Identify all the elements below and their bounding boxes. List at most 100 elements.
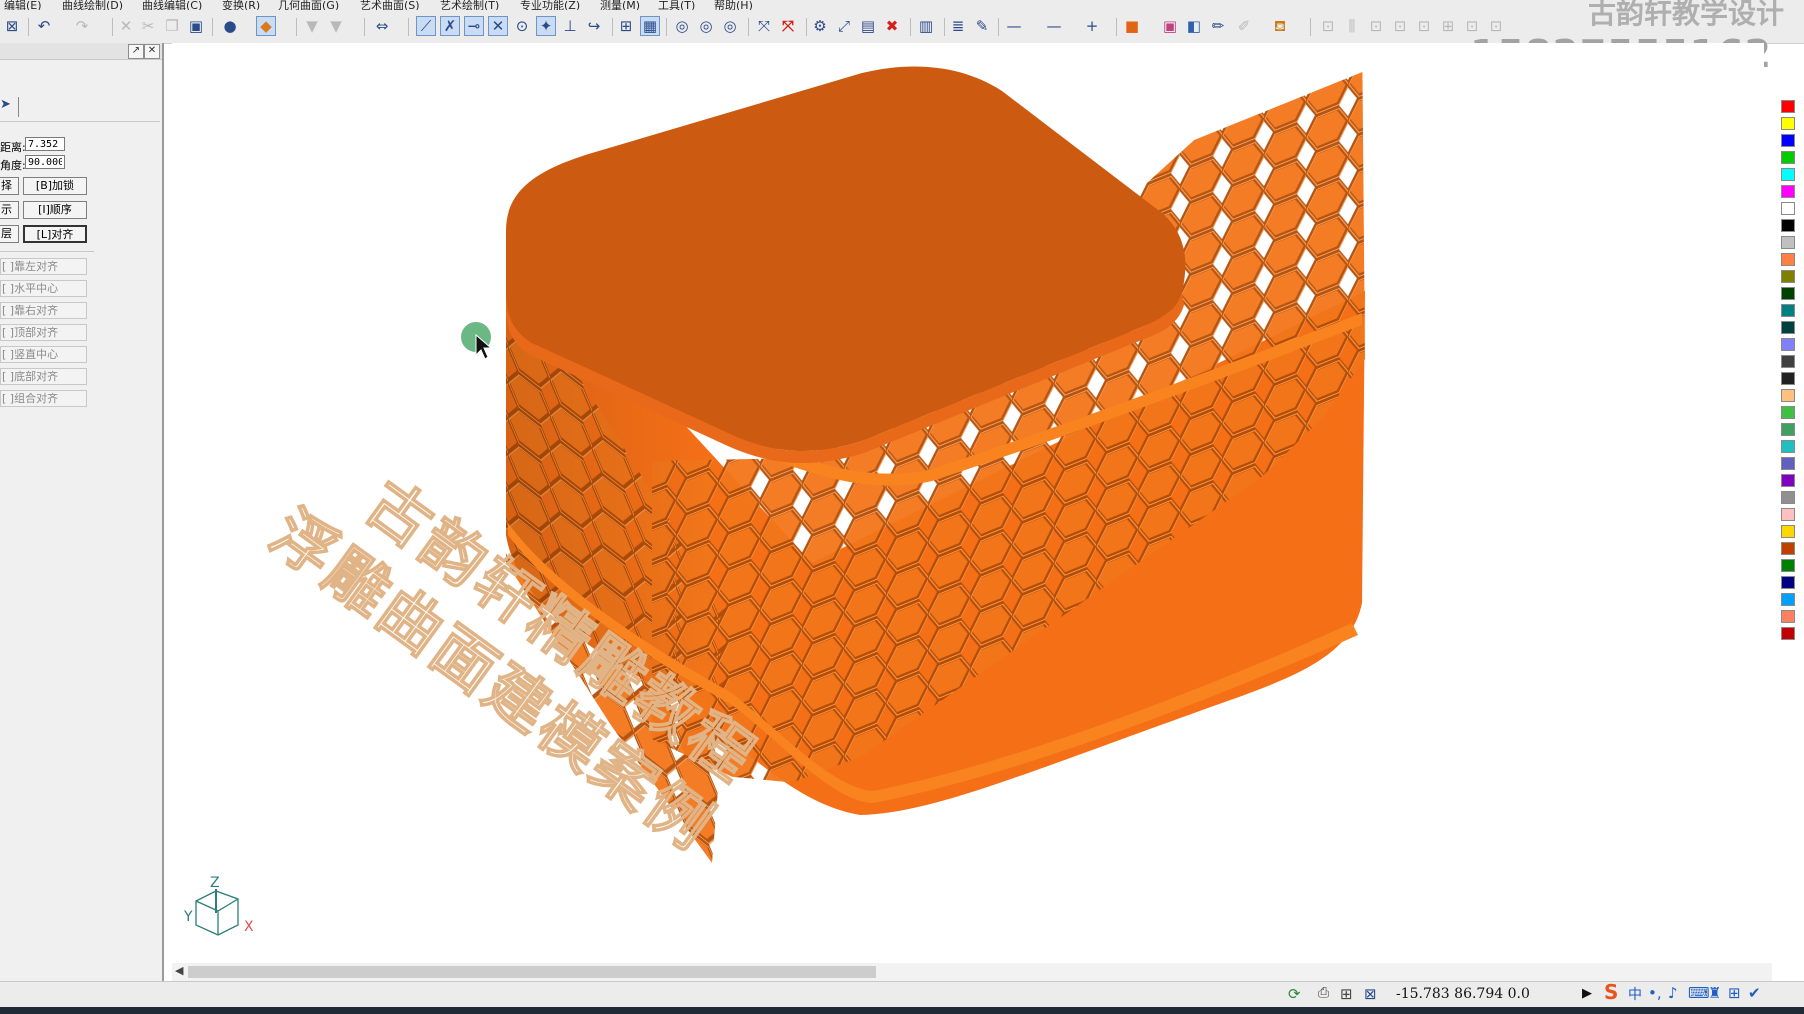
transform-icon-2[interactable]: ⤢ — [834, 16, 854, 36]
color-swatch-28[interactable] — [1781, 576, 1795, 589]
copy-icon[interactable]: ❐ — [162, 16, 182, 36]
zoom-window-icon[interactable]: ⊠ — [1364, 985, 1377, 1003]
snap-quadrant-icon[interactable]: ✦ — [536, 16, 556, 36]
zoom-all-icon[interactable]: ⊠ — [2, 16, 22, 36]
menu-tools[interactable]: 工具(T) — [658, 0, 695, 10]
gradient-icon[interactable]: ▣ — [1160, 16, 1180, 36]
menu-curve-edit[interactable]: 曲线编辑(C) — [142, 0, 202, 10]
grid-toggle-icon[interactable]: ⊞ — [1340, 985, 1353, 1003]
layer-icon-1[interactable]: ◎ — [672, 16, 692, 36]
show-button[interactable]: 示 — [0, 201, 19, 219]
crosshair-icon[interactable]: + — [1082, 16, 1102, 36]
close-x-icon[interactable]: ✖ — [882, 16, 902, 36]
color-swatch-15[interactable] — [1781, 355, 1795, 368]
align-top-button[interactable]: [ ]顶部对齐 — [0, 324, 87, 341]
distance-input[interactable] — [25, 137, 65, 151]
menu-special[interactable]: 专业功能(Z) — [520, 0, 580, 10]
menu-curve-draw[interactable]: 曲线绘制(D) — [62, 0, 123, 10]
align-icon-5[interactable]: ⊡ — [1414, 16, 1434, 36]
color-swatch-9[interactable] — [1781, 253, 1795, 266]
view-top-icon[interactable]: ▼ — [326, 16, 346, 36]
align-right-button[interactable]: [ ]靠右对齐 — [0, 302, 87, 319]
color-swatch-20[interactable] — [1781, 440, 1795, 453]
snap-intersect-icon[interactable]: ✕ — [488, 16, 508, 36]
snap-center-icon[interactable]: ⊙ — [512, 16, 532, 36]
ime-chinese-icon[interactable]: 中 — [1628, 984, 1642, 1004]
color-swatch-3[interactable] — [1781, 151, 1795, 164]
color-swatch-23[interactable] — [1781, 491, 1795, 504]
align-button[interactable]: [L]对齐 — [23, 225, 87, 243]
align-vcenter-button[interactable]: [ ]竖直中心 — [0, 346, 87, 363]
color-swatch-22[interactable] — [1781, 474, 1795, 487]
select-button[interactable]: 择 — [0, 177, 19, 195]
menu-help[interactable]: 帮助(H) — [714, 0, 753, 10]
brush-icon[interactable]: ✐ — [1234, 16, 1254, 36]
color-swatch-24[interactable] — [1781, 508, 1795, 521]
color-swatch-2[interactable] — [1781, 134, 1795, 147]
delete-icon[interactable]: ✕ — [116, 16, 136, 36]
ime-keyboard-icon[interactable]: ⌨ — [1688, 984, 1710, 1002]
align-icon-4[interactable]: ⊡ — [1390, 16, 1410, 36]
color-swatch-30[interactable] — [1781, 610, 1795, 623]
bucket-icon[interactable]: ⛾ — [1270, 16, 1290, 36]
ime-toolbar[interactable]: S 中 •, ♪ ⌨ ♜ ⊞ ✔ — [1604, 980, 1784, 1006]
color-swatch-11[interactable] — [1781, 287, 1795, 300]
grid-snap-icon[interactable]: ▦ — [640, 16, 660, 36]
printer-icon[interactable]: ⎙ — [1318, 985, 1329, 1001]
color-swatch-17[interactable] — [1781, 389, 1795, 402]
panel-close-icon[interactable]: ✕ — [144, 44, 160, 59]
color-swatch-1[interactable] — [1781, 117, 1795, 130]
color-swatch-26[interactable] — [1781, 542, 1795, 555]
line-style-icon[interactable]: — — [1004, 16, 1024, 36]
color-swatch-4[interactable] — [1781, 168, 1795, 181]
color-swatch-29[interactable] — [1781, 593, 1795, 606]
color-swatch-0[interactable] — [1781, 100, 1795, 113]
order-button[interactable]: [I]顺序 — [23, 201, 87, 219]
color-swatch-5[interactable] — [1781, 185, 1795, 198]
pencil-icon[interactable]: ✏ — [1208, 16, 1228, 36]
texture-icon[interactable]: ◧ — [1184, 16, 1204, 36]
3d-viewport[interactable]: 古韵轩精雕教程 浮雕曲面建模案例 Z Y X — [172, 43, 1764, 967]
color-swatch-18[interactable] — [1781, 406, 1795, 419]
mirror-icon[interactable]: ⇔ — [372, 16, 392, 36]
cut-icon[interactable]: ✂ — [138, 16, 158, 36]
layer-button[interactable]: 层 — [0, 225, 19, 243]
color-swatch-6[interactable] — [1781, 202, 1795, 215]
align-group-button[interactable]: [ ]组合对齐 — [0, 390, 87, 407]
grid-icon[interactable]: ⊞ — [616, 16, 636, 36]
color-swatch-21[interactable] — [1781, 457, 1795, 470]
undo-icon[interactable]: ↶ — [34, 16, 54, 36]
layer-icon-2[interactable]: ◎ — [696, 16, 716, 36]
snap-tangent-icon[interactable]: ↪ — [584, 16, 604, 36]
menu-measure[interactable]: 测量(M) — [600, 0, 640, 10]
select-tool-icon[interactable]: ➤ — [0, 97, 19, 117]
menu-transform[interactable]: 变换(R) — [222, 0, 260, 10]
menu-edit[interactable]: 编辑(E) — [4, 0, 42, 10]
color-fill-icon[interactable]: ■ — [1122, 16, 1142, 36]
color-swatch-31[interactable] — [1781, 627, 1795, 640]
transform-icon-3[interactable]: ▤ — [858, 16, 878, 36]
redo-icon[interactable]: ↷ — [72, 16, 92, 36]
align-icon-6[interactable]: ⊞ — [1438, 16, 1458, 36]
color-swatch-27[interactable] — [1781, 559, 1795, 572]
node-delete-icon[interactable]: ⤧ — [778, 16, 798, 36]
ime-skin-icon[interactable]: ♜ — [1708, 984, 1721, 1002]
layer-icon-3[interactable]: ◎ — [720, 16, 740, 36]
color-swatch-19[interactable] — [1781, 423, 1795, 436]
menu-art-surface[interactable]: 艺术曲面(S) — [360, 0, 420, 10]
color-swatch-13[interactable] — [1781, 321, 1795, 334]
color-swatch-25[interactable] — [1781, 525, 1795, 538]
align-left-button[interactable]: [ ]靠左对齐 — [0, 258, 87, 275]
scroll-thumb[interactable] — [188, 966, 876, 978]
hatch-icon[interactable]: ≣ — [948, 16, 968, 36]
eyedropper-icon[interactable]: ✎ — [972, 16, 992, 36]
ime-mic-icon[interactable]: ♪ — [1668, 984, 1678, 1002]
paste-icon[interactable]: ▣ — [186, 16, 206, 36]
color-swatch-10[interactable] — [1781, 270, 1795, 283]
color-swatch-7[interactable] — [1781, 219, 1795, 232]
ime-apps-icon[interactable]: ⊞ — [1728, 984, 1741, 1002]
snap-mid-icon[interactable]: ⊸ — [464, 16, 484, 36]
save-icon[interactable]: ▥ — [916, 16, 936, 36]
shade-sphere-icon[interactable]: ● — [220, 16, 240, 36]
line-width-icon[interactable]: — — [1044, 16, 1064, 36]
